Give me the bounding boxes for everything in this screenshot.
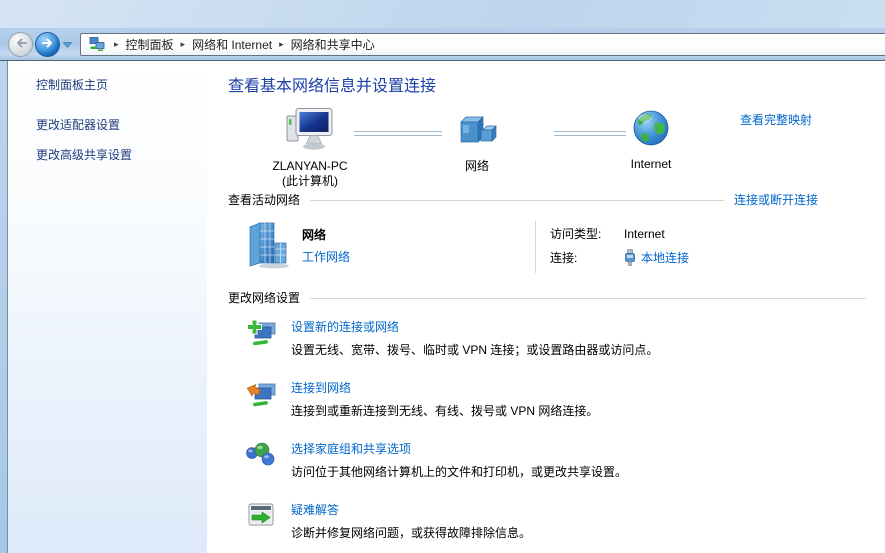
map-network-label: 网络 <box>465 159 489 174</box>
ethernet-plug-icon <box>624 249 636 266</box>
active-network-summary: 网络 工作网络 <box>244 221 535 273</box>
map-node-network[interactable]: 网络 <box>437 107 517 174</box>
homegroup-sharing-desc: 访问位于其他网络计算机上的文件和打印机，或更改共享设置。 <box>291 463 627 480</box>
recent-pages-chevron-icon[interactable] <box>63 37 73 51</box>
list-item-connect-to-network: 连接到网络 连接到或重新连接到无线、有线、拨号或 VPN 网络连接。 <box>244 379 866 419</box>
network-settings-header-label: 更改网络设置 <box>228 289 300 306</box>
sidebar-item-change-adapter-settings[interactable]: 更改适配器设置 <box>36 116 197 133</box>
map-connector-line <box>354 131 442 136</box>
sidebar-item-control-panel-home[interactable]: 控制面板主页 <box>36 76 197 93</box>
active-network-panel: 网络 工作网络 访问类型: Internet 连接: <box>228 208 866 289</box>
breadcrumb-network-sharing-center[interactable]: 网络和共享中心 <box>291 36 375 53</box>
active-networks-header: 查看活动网络 连接或断开连接 <box>228 191 866 208</box>
homegroup-icon <box>244 440 278 480</box>
see-full-map-link[interactable]: 查看完整映射 <box>740 111 812 128</box>
page-title: 查看基本网络信息并设置连接 <box>228 77 866 97</box>
computer-icon <box>285 107 335 154</box>
list-item-setup-new-connection: 设置新的连接或网络 设置无线、宽带、拨号、临时或 VPN 连接；或设置路由器或访… <box>244 318 866 358</box>
network-sharing-center-icon <box>89 36 105 52</box>
active-network-name: 网络 <box>302 226 350 243</box>
new-connection-icon <box>244 318 278 358</box>
troubleshoot-desc: 诊断并修复网络问题，或获得故障排除信息。 <box>291 524 531 541</box>
window-left-border <box>0 61 8 553</box>
list-item-troubleshoot: 疑难解答 诊断并修复网络问题，或获得故障排除信息。 <box>244 501 866 541</box>
troubleshoot-icon <box>244 501 278 541</box>
back-arrow-icon <box>14 37 28 52</box>
sidebar: 控制面板主页 更改适配器设置 更改高级共享设置 <box>8 61 207 553</box>
active-network-details: 访问类型: Internet 连接: <box>536 221 689 273</box>
section-rule <box>310 200 724 201</box>
connect-to-network-desc: 连接到或重新连接到无线、有线、拨号或 VPN 网络连接。 <box>291 402 598 419</box>
back-button[interactable] <box>8 32 33 57</box>
forward-arrow-icon <box>41 37 55 52</box>
main-panel: 查看基本网络信息并设置连接 <box>207 61 885 553</box>
breadcrumb-separator-icon[interactable]: ▸ <box>272 39 291 50</box>
breadcrumb-separator-icon: ▸ <box>107 39 126 50</box>
breadcrumb-control-panel[interactable]: 控制面板 <box>126 36 174 53</box>
connect-disconnect-link[interactable]: 连接或断开连接 <box>734 191 818 208</box>
connections-label: 连接: <box>550 249 624 266</box>
list-item-homegroup-sharing: 选择家庭组和共享选项 访问位于其他网络计算机上的文件和打印机，或更改共享设置。 <box>244 440 866 480</box>
network-sharing-center-window: ▸ 控制面板 ▸ 网络和 Internet ▸ 网络和共享中心 控制面板主页 更… <box>0 0 885 553</box>
homegroup-sharing-link[interactable]: 选择家庭组和共享选项 <box>291 440 627 457</box>
network-icon <box>455 107 499 154</box>
map-computer-label: ZLANYAN-PC <box>272 159 347 173</box>
troubleshoot-link[interactable]: 疑难解答 <box>291 501 531 518</box>
section-rule <box>310 298 866 299</box>
access-type-value: Internet <box>624 227 665 241</box>
breadcrumb-separator-icon[interactable]: ▸ <box>174 39 193 50</box>
connect-network-icon <box>244 379 278 419</box>
map-internet-label: Internet <box>631 157 672 172</box>
sidebar-item-change-advanced-sharing[interactable]: 更改高级共享设置 <box>36 146 197 163</box>
network-settings-header: 更改网络设置 <box>228 289 866 306</box>
navigation-bar: ▸ 控制面板 ▸ 网络和 Internet ▸ 网络和共享中心 <box>0 28 885 61</box>
access-type-label: 访问类型: <box>550 225 624 242</box>
map-node-computer[interactable]: ZLANYAN-PC (此计算机) <box>250 107 370 189</box>
map-node-internet[interactable]: Internet <box>601 107 701 172</box>
network-map: ZLANYAN-PC (此计算机) <box>228 107 866 191</box>
setup-new-connection-link[interactable]: 设置新的连接或网络 <box>291 318 658 335</box>
window-content: 控制面板主页 更改适配器设置 更改高级共享设置 查看基本网络信息并设置连接 <box>0 61 885 553</box>
address-bar[interactable]: ▸ 控制面板 ▸ 网络和 Internet ▸ 网络和共享中心 <box>80 33 885 56</box>
globe-icon <box>631 107 671 152</box>
buildings-icon <box>244 221 292 273</box>
local-connection-link[interactable]: 本地连接 <box>641 249 689 266</box>
map-computer-sublabel: (此计算机) <box>282 174 338 188</box>
breadcrumb-network-and-internet[interactable]: 网络和 Internet <box>192 36 272 53</box>
connect-to-network-link[interactable]: 连接到网络 <box>291 379 598 396</box>
active-networks-header-label: 查看活动网络 <box>228 191 300 208</box>
setup-new-connection-desc: 设置无线、宽带、拨号、临时或 VPN 连接；或设置路由器或访问点。 <box>291 341 658 358</box>
window-titlebar[interactable] <box>0 0 885 28</box>
settings-list: 设置新的连接或网络 设置无线、宽带、拨号、临时或 VPN 连接；或设置路由器或访… <box>244 318 866 541</box>
network-category-link[interactable]: 工作网络 <box>302 248 350 265</box>
forward-button[interactable] <box>35 32 60 57</box>
